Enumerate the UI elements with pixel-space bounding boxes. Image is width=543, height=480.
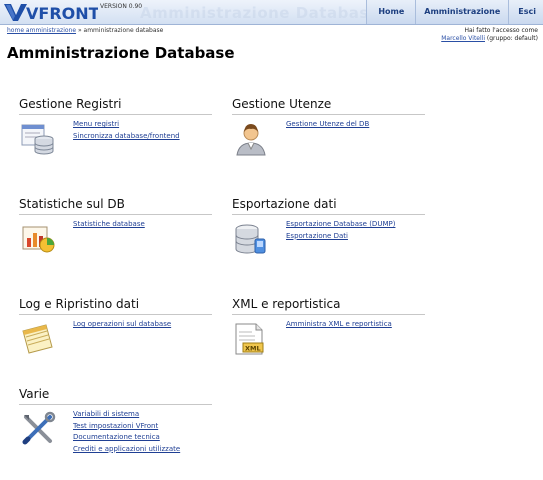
- statistics-chart-icon: [20, 221, 56, 257]
- link-esportazione-database-dump[interactable]: Esportazione Database (DUMP): [286, 219, 395, 231]
- link-crediti[interactable]: Crediti e applicazioni utilizzate: [73, 444, 180, 456]
- user-icon: [233, 121, 269, 157]
- tools-icon: [20, 411, 56, 447]
- link-variabili-sistema[interactable]: Variabili di sistema: [73, 409, 180, 421]
- link-gestione-utenze[interactable]: Gestione Utenze del DB: [286, 119, 369, 131]
- link-test-impostazioni[interactable]: Test impostazioni VFront: [73, 421, 180, 433]
- section-title: Gestione Utenze: [232, 97, 425, 115]
- nav-home[interactable]: Home: [366, 0, 416, 24]
- section-title: Varie: [19, 387, 212, 405]
- section-xml: XML e reportistica XML Amministra XML e …: [232, 297, 425, 365]
- link-sincronizza-database[interactable]: Sincronizza database/frontend: [73, 131, 180, 143]
- section-registri: Gestione Registri Menu registri Sincroni…: [19, 97, 212, 165]
- section-utenze: Gestione Utenze Gestione Utenze del DB: [232, 97, 425, 165]
- nav-administration[interactable]: Amministrazione: [415, 0, 509, 24]
- nav-logout[interactable]: Esci: [508, 0, 543, 24]
- svg-text:XML: XML: [245, 345, 261, 353]
- user-group-text: (gruppo: default): [485, 35, 538, 42]
- link-amministra-xml[interactable]: Amministra XML e reportistica: [286, 319, 392, 331]
- section-varie: Varie Variabili di sistema Test impostaz…: [19, 387, 212, 455]
- section-title: XML e reportistica: [232, 297, 425, 315]
- page-title: Amministrazione Database: [7, 44, 235, 62]
- header-ghost-title: Amministrazione Database: [140, 4, 380, 22]
- section-title: Log e Ripristino dati: [19, 297, 212, 315]
- breadcrumb-separator: »: [76, 27, 84, 34]
- breadcrumb-current: amministrazione database: [83, 27, 164, 34]
- registry-database-icon: [20, 121, 56, 157]
- section-title: Statistiche sul DB: [19, 197, 212, 215]
- xml-document-icon: XML: [233, 321, 269, 357]
- logo-text: VFRONT: [26, 4, 98, 23]
- user-info: Hai fatto l'accesso come Marcello Vitell…: [441, 27, 538, 43]
- top-bar: VFRONT VERSION 0.90 Amministrazione Data…: [0, 0, 543, 25]
- section-statistiche: Statistiche sul DB Statistiche database: [19, 197, 212, 265]
- link-documentazione-tecnica[interactable]: Documentazione tecnica: [73, 432, 180, 444]
- breadcrumb-home-link[interactable]: home amministrazione: [7, 27, 76, 34]
- link-esportazione-dati[interactable]: Esportazione Dati: [286, 231, 395, 243]
- database-export-icon: [233, 221, 269, 257]
- breadcrumb: home amministrazione » amministrazione d…: [7, 27, 163, 34]
- section-title: Esportazione dati: [232, 197, 425, 215]
- link-log-operazioni[interactable]: Log operazioni sul database: [73, 319, 171, 331]
- top-nav: Home Amministrazione Esci: [366, 0, 543, 24]
- login-status-text: Hai fatto l'accesso come: [464, 27, 538, 34]
- link-statistiche-database[interactable]: Statistiche database: [73, 219, 145, 231]
- section-log: Log e Ripristino dati Log operazioni sul…: [19, 297, 212, 365]
- version-label: VERSION 0.90: [100, 3, 143, 10]
- section-title: Gestione Registri: [19, 97, 212, 115]
- user-name-link[interactable]: Marcello Vitelli: [441, 35, 485, 42]
- section-esportazione: Esportazione dati Esportazione Database …: [232, 197, 425, 265]
- vfront-logo[interactable]: VFRONT: [2, 1, 98, 23]
- link-menu-registri[interactable]: Menu registri: [73, 119, 180, 131]
- log-notepad-icon: [20, 321, 56, 357]
